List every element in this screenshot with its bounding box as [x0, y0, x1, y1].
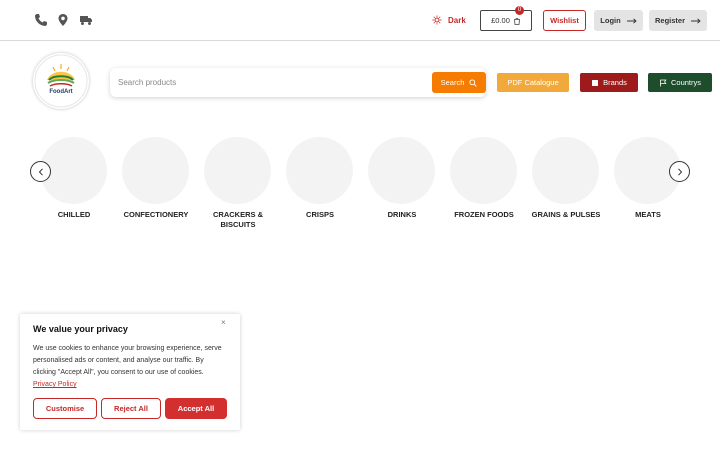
logo-emblem-icon [34, 54, 88, 108]
category-image [368, 137, 435, 204]
wishlist-button[interactable]: Wishlist [543, 10, 586, 31]
dark-mode-label: Dark [448, 15, 466, 25]
category-image [204, 137, 271, 204]
map-pin-icon[interactable] [56, 13, 70, 27]
bag-icon [513, 17, 520, 25]
search-button[interactable]: Search [432, 72, 486, 93]
category-image [122, 137, 189, 204]
phone-icon[interactable] [34, 13, 48, 27]
dark-mode-toggle[interactable]: Dark [432, 14, 466, 26]
login-label: Login [600, 16, 621, 25]
cookie-description: We use cookies to enhance your browsing … [33, 343, 228, 391]
category-label: MEATS [635, 210, 661, 219]
chevron-right-icon [677, 167, 682, 176]
logo-text: FoodArt [49, 89, 73, 95]
cookie-consent-banner: We value your privacy × We use cookies t… [20, 314, 240, 430]
flag-icon [660, 79, 667, 86]
customise-button[interactable]: Customise [33, 398, 97, 419]
category-image [532, 137, 599, 204]
reject-all-button[interactable]: Reject All [101, 398, 161, 419]
search-icon [469, 78, 478, 87]
countries-button[interactable]: Countrys [648, 73, 712, 92]
pdf-catalogue-label: PDF Catalogue [507, 78, 559, 87]
sun-icon [432, 15, 442, 25]
pdf-catalogue-button[interactable]: PDF Catalogue [497, 73, 569, 92]
register-button[interactable]: Register [649, 10, 707, 31]
arrow-right-icon [626, 17, 637, 24]
top-bar: Dark £0.00 0 Wishlist Login Register [0, 0, 720, 41]
search-bar: Search [110, 68, 486, 97]
countries-label: Countrys [670, 78, 701, 87]
register-label: Register [654, 16, 685, 25]
category-label: GRAINS & PULSES [531, 210, 601, 219]
chevron-left-icon [38, 167, 43, 176]
category-label: CONFECTIONERY [123, 210, 189, 219]
cart-count-badge: 0 [515, 6, 524, 15]
category-label: FROZEN FOODS [454, 210, 514, 219]
carousel-next-button[interactable] [669, 161, 690, 182]
brands-label: Brands [603, 78, 627, 87]
accept-all-button[interactable]: Accept All [165, 398, 227, 419]
cart-total: £0.00 [491, 16, 510, 25]
privacy-policy-link[interactable]: Privacy Policy [33, 381, 77, 388]
category-label: DRINKS [387, 210, 417, 219]
login-button[interactable]: Login [594, 10, 643, 31]
category-label: CRACKERS & BISCUITS [212, 210, 263, 229]
truck-icon[interactable] [79, 13, 93, 27]
cart-button[interactable]: £0.00 0 [480, 6, 532, 31]
cookie-text: We use cookies to enhance your browsing … [33, 345, 222, 376]
category-label: CRISPS [306, 210, 334, 219]
book-icon [592, 79, 599, 86]
category-image [286, 137, 353, 204]
search-button-label: Search [440, 78, 465, 87]
brands-button[interactable]: Brands [580, 73, 638, 92]
site-logo[interactable]: FoodArt [33, 53, 89, 109]
close-icon[interactable]: × [221, 318, 226, 327]
carousel-prev-button[interactable] [30, 161, 51, 182]
category-image [450, 137, 517, 204]
category-label: CHILLED [57, 210, 91, 219]
cookie-title: We value your privacy [33, 324, 128, 334]
arrow-right-icon [691, 17, 701, 24]
search-input[interactable] [118, 72, 428, 93]
